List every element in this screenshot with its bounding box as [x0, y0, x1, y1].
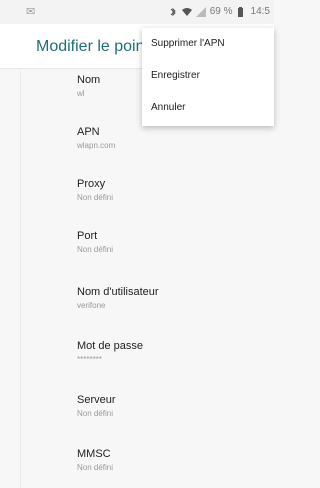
list-item-title: MMSC [77, 448, 111, 460]
list-item-password[interactable]: Mot de passe ******** [77, 340, 143, 364]
list-item-title: APN [77, 126, 100, 138]
list-item-title: Port [77, 230, 98, 242]
menu-item-cancel[interactable]: Annuler [151, 102, 185, 113]
list-item-title: Mot de passe [77, 340, 144, 352]
battery-percent: 69 % [209, 6, 233, 17]
wifi-icon [181, 7, 192, 17]
bluetooth-icon [168, 7, 178, 17]
list-item-server[interactable]: Serveur Non défini [77, 394, 116, 418]
list-item-value: Non défini [77, 245, 114, 254]
list-item-value: Non défini [77, 463, 114, 472]
list-item-username[interactable]: Nom d'utilisateur verifone [77, 286, 159, 310]
list-item-title: Proxy [77, 178, 106, 190]
divider [20, 68, 21, 488]
list-item-port[interactable]: Port Non défini [77, 230, 113, 254]
list-item-apn[interactable]: APN wlapn.com [77, 126, 115, 150]
clock: 14:5 [250, 6, 270, 17]
list-item-title: Serveur [77, 394, 116, 406]
menu-item-save[interactable]: Enregistrer [151, 70, 200, 81]
list-item-value: Non défini [77, 193, 114, 202]
list-item-name[interactable]: Nom wl [77, 74, 100, 98]
list-item-value: wlapn.com [77, 141, 116, 150]
status-icons: 69 % 14:5 [168, 6, 270, 17]
battery-icon [237, 6, 247, 17]
menu-item-delete-apn[interactable]: Supprimer l'APN [151, 38, 225, 49]
list-item-value: wl [77, 89, 85, 98]
page-title: Modifier le point [36, 38, 149, 55]
list-item-value: Non défini [77, 409, 114, 418]
signal-icon [195, 6, 206, 17]
list-item-mmsc[interactable]: MMSC Non défini [77, 448, 113, 472]
image-icon: ✉ [26, 6, 36, 18]
status-bar: ✉ 69 % 14:5 [0, 0, 274, 24]
list-item-value: ******** [77, 355, 102, 364]
list-item-proxy[interactable]: Proxy Non défini [77, 178, 113, 202]
overflow-menu: Supprimer l'APN Enregistrer Annuler [142, 28, 274, 126]
list-item-value: verifone [77, 301, 106, 310]
list-item-title: Nom d'utilisateur [77, 286, 159, 298]
list-item-title: Nom [77, 74, 101, 86]
